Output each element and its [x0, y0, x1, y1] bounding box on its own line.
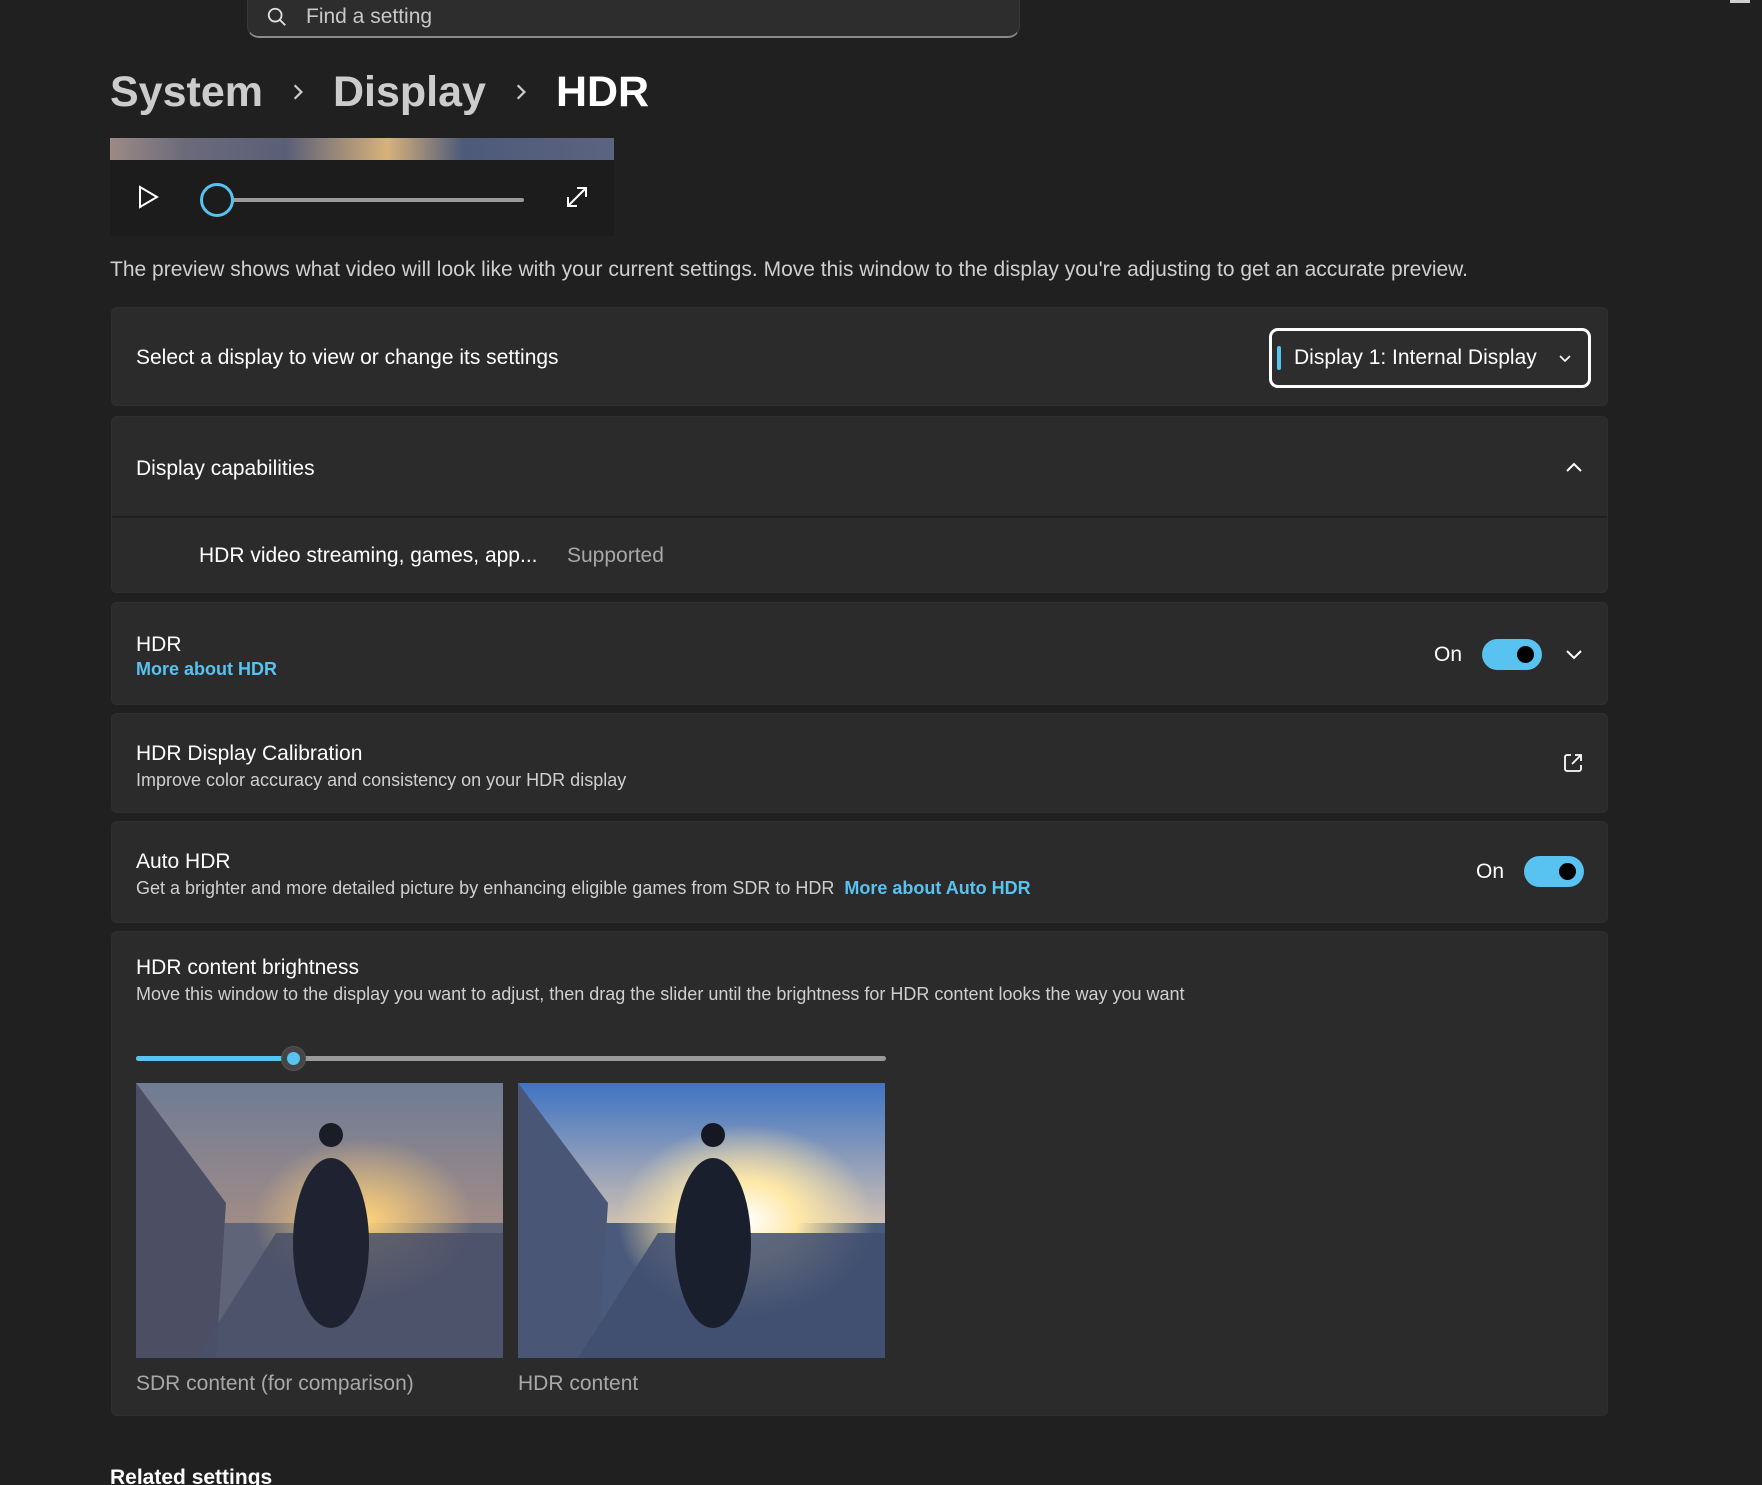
brightness-slider-fill [136, 1056, 294, 1061]
minimize-icon[interactable] [1730, 0, 1750, 3]
preview-description: The preview shows what video will look l… [110, 258, 1469, 281]
hdr-toggle-state: On [1434, 642, 1463, 666]
brightness-description: Move this window to the display you want… [136, 984, 1185, 1004]
open-external-icon[interactable] [1562, 752, 1584, 774]
select-display-label: Select a display to view or change its s… [136, 346, 559, 369]
page-title: HDR [555, 67, 650, 116]
display-capabilities-card: Display capabilities HDR video streaming… [111, 416, 1608, 593]
more-about-hdr-link[interactable]: More about HDR [136, 659, 277, 680]
hdr-toggle[interactable] [1482, 639, 1543, 670]
auto-hdr-toggle-group: On [1476, 856, 1585, 887]
hdr-card[interactable]: HDR More about HDR On [111, 602, 1608, 705]
breadcrumb: System Display HDR [110, 64, 649, 120]
hdr-comparison-image [518, 1083, 885, 1358]
chevron-right-icon [512, 83, 530, 101]
display-dropdown-value: Display 1: Internal Display [1294, 346, 1537, 369]
auto-hdr-toggle[interactable] [1524, 856, 1585, 887]
brightness-slider-track[interactable] [136, 1056, 886, 1061]
video-seek-thumb[interactable] [200, 183, 234, 217]
brightness-slider-thumb[interactable] [281, 1046, 306, 1071]
auto-hdr-toggle-state: On [1476, 859, 1505, 883]
calibration-description: Improve color accuracy and consistency o… [136, 770, 627, 790]
search-box[interactable] [247, 0, 1020, 38]
toggle-knob [1517, 646, 1535, 663]
video-seek-track[interactable] [218, 198, 524, 202]
video-preview [110, 138, 614, 160]
hdr-calibration-card[interactable]: HDR Display Calibration Improve color ac… [111, 713, 1608, 813]
breadcrumb-system[interactable]: System [110, 68, 263, 117]
auto-hdr-title: Auto HDR [136, 850, 231, 873]
search-input[interactable] [306, 4, 906, 29]
hdr-toggle-group: On [1434, 639, 1543, 670]
capability-name: HDR video streaming, games, app... [199, 544, 538, 567]
fullscreen-icon[interactable] [564, 184, 590, 210]
display-dropdown[interactable]: Display 1: Internal Display [1269, 328, 1591, 388]
video-controls [110, 160, 614, 236]
chevron-right-icon [289, 83, 307, 101]
breadcrumb-display[interactable]: Display [333, 68, 486, 117]
capability-value: Supported [567, 544, 664, 567]
sdr-comparison-image [136, 1083, 503, 1358]
hdr-caption: HDR content [518, 1372, 639, 1395]
more-about-auto-hdr-link[interactable]: More about Auto HDR [844, 878, 1030, 899]
capability-row: HDR video streaming, games, app... Suppo… [112, 520, 1607, 594]
chevron-down-icon[interactable] [1564, 645, 1584, 665]
select-display-card: Select a display to view or change its s… [111, 307, 1608, 406]
chevron-up-icon[interactable] [1564, 457, 1584, 477]
hdr-brightness-card: HDR content brightness Move this window … [111, 931, 1608, 1416]
sdr-caption: SDR content (for comparison) [136, 1372, 414, 1395]
auto-hdr-card: Auto HDR Get a brighter and more detaile… [111, 821, 1608, 923]
dropdown-accent [1277, 346, 1281, 370]
search-icon [267, 7, 286, 26]
related-settings-heading: Related settings [110, 1466, 273, 1485]
auto-hdr-description-line: Get a brighter and more detailed picture… [136, 878, 1031, 899]
display-capabilities-title: Display capabilities [136, 457, 315, 480]
chevron-down-icon [1559, 355, 1571, 363]
toggle-knob [1559, 863, 1577, 880]
auto-hdr-description: Get a brighter and more detailed picture… [136, 878, 835, 898]
play-icon[interactable] [132, 182, 162, 212]
hdr-title: HDR [136, 633, 182, 656]
display-capabilities-header[interactable]: Display capabilities [112, 417, 1607, 518]
brightness-title: HDR content brightness [136, 956, 359, 979]
calibration-title: HDR Display Calibration [136, 742, 363, 765]
